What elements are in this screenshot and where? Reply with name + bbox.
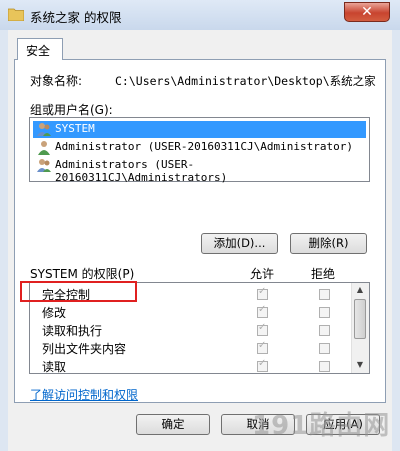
list-item[interactable]: SYSTEM [33,121,366,138]
allow-checkbox[interactable] [257,358,268,372]
title-bar: 系统之家 的权限 ✕ [0,0,400,30]
watermark: 191路由网 [252,411,391,441]
scroll-up-icon[interactable]: ▲ [354,284,366,296]
window-title: 系统之家 的权限 [30,10,122,25]
permission-label: 读取 [42,360,67,374]
deny-checkbox[interactable] [319,361,330,372]
deny-checkbox[interactable] [319,325,330,336]
remove-button[interactable]: 删除(R) [290,233,367,254]
user-icon [38,141,50,155]
close-button[interactable]: ✕ [344,2,390,22]
close-icon: ✕ [361,4,373,20]
ok-button[interactable]: 确定 [136,414,210,435]
permission-label: 修改 [42,306,67,320]
allow-checkbox[interactable] [257,286,268,300]
table-row: 读取和执行 [30,321,350,339]
deny-checkbox[interactable] [319,289,330,300]
permission-label: 读取和执行 [42,324,103,338]
deny-checkbox[interactable] [319,307,330,318]
list-item-label: Administrators (USER-20160311CJ\Administ… [55,158,228,184]
help-link[interactable]: 了解访问控制和权限 [30,386,138,403]
permission-label: 列出文件夹内容 [42,342,127,356]
highlight-box [20,281,137,302]
tab-security[interactable]: 安全 [17,38,63,60]
table-row: 列出文件夹内容 [30,339,350,357]
list-item-label: Administrator (USER-20160311CJ\Administr… [55,140,354,153]
table-row: 修改 [30,303,350,321]
scroll-down-icon[interactable]: ▼ [354,359,366,371]
allow-checkbox[interactable] [257,322,268,336]
object-name-value: C:\Users\Administrator\Desktop\系统之家 [115,74,376,88]
groups-listbox[interactable]: SYSTEM Administrator (USER-20160311CJ\Ad… [29,117,370,184]
add-button[interactable]: 添加(D)... [201,233,278,254]
deny-checkbox[interactable] [319,343,330,354]
permissions-title: SYSTEM 的权限(P) [30,267,135,281]
allow-header: 允许 [250,267,275,281]
folder-icon [8,8,24,21]
deny-header: 拒绝 [311,267,336,281]
users-group-icon [37,159,51,172]
object-name-label: 对象名称: [30,74,83,88]
scrollbar-thumb[interactable] [354,299,366,339]
list-item[interactable]: Administrators (USER-20160311CJ\Administ… [33,157,366,184]
groups-label: 组或用户名(G): [30,103,113,117]
list-item-label: SYSTEM [55,122,95,135]
allow-checkbox[interactable] [257,340,268,354]
list-item[interactable]: Administrator (USER-20160311CJ\Administr… [33,139,366,156]
allow-checkbox[interactable] [257,304,268,318]
users-group-icon [37,123,51,136]
table-row: 读取 [30,357,350,374]
permissions-scrollbar[interactable]: ▲ ▼ [351,283,369,373]
